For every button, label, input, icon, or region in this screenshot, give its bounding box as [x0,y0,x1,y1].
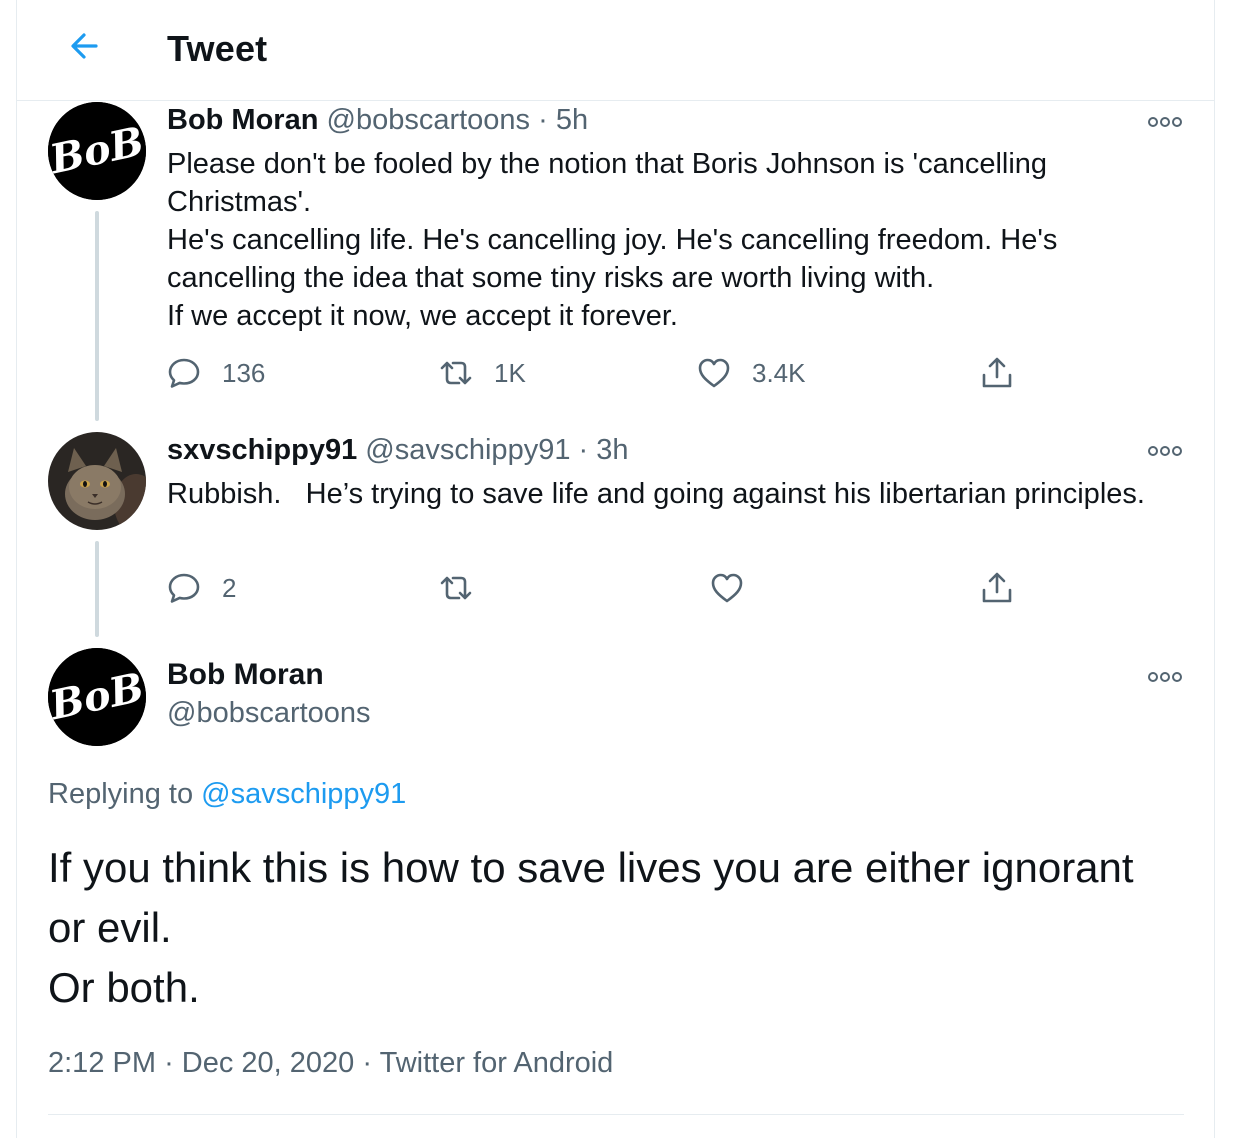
reply-count: 136 [222,357,266,388]
mention-link[interactable]: @savschippy91 [201,778,406,810]
tweet-header: sxvschippy91 @savschippy91 · 3h [167,434,629,467]
heart-icon [698,358,730,388]
reply-button[interactable]: 2 [166,570,236,606]
display-name[interactable]: sxvschippy91 [167,434,357,466]
retweet-icon [440,361,472,385]
handle[interactable]: @bobscartoons [167,697,371,730]
replying-prefix: Replying to [48,778,194,810]
page-title: Tweet [167,28,268,69]
heart-icon [711,573,743,603]
share-button[interactable] [979,355,1015,391]
more-dots-icon [1148,672,1182,682]
share-icon [982,357,1012,388]
bob-logo-avatar: BoB [48,102,146,200]
retweet-button[interactable] [438,570,494,606]
arrow-left-icon [71,33,98,59]
handle[interactable]: @bobscartoons [327,104,531,136]
reply-count: 2 [222,572,237,603]
avatar[interactable]: BoB [48,648,146,746]
reply-icon [168,358,200,388]
tweet-header: Bob Moran @bobscartoons · 5h [167,104,588,137]
display-name[interactable]: Bob Moran [167,658,324,692]
tweet-time[interactable]: 2:12 PM [48,1047,156,1079]
avatar[interactable]: BoB [48,102,146,200]
more-options-button[interactable] [1147,443,1183,459]
tweet-source[interactable]: Twitter for Android [380,1047,614,1079]
like-button[interactable] [709,570,765,606]
like-button[interactable]: 3.4K [696,355,806,391]
retweet-button[interactable]: 1K [438,355,526,391]
replying-to: Replying to @savschippy91 [48,778,406,811]
like-count: 3.4K [752,357,806,388]
retweet-count: 1K [494,357,526,388]
timestamp[interactable]: 5h [556,104,588,136]
dot-separator: · [538,104,548,136]
handle[interactable]: @savschippy91 [365,434,570,466]
tweet-text: Rubbish. He’s trying to save life and go… [167,478,1145,510]
more-dots-icon [1148,446,1182,456]
dot-separator: · [362,1047,373,1079]
dot-separator: · [164,1047,174,1079]
tweet-text: Please don't be fooled by the notion tha… [167,148,1058,332]
more-dots-icon [1148,117,1182,127]
thread-connector [95,211,99,421]
back-button[interactable] [60,22,108,70]
display-name[interactable]: Bob Moran [167,104,318,136]
more-options-button[interactable] [1147,669,1183,685]
thread-connector [95,541,99,637]
reply-icon [168,573,200,603]
tweet-meta: 2:12 PM · Dec 20, 2020 · Twitter for And… [48,1047,613,1080]
timestamp[interactable]: 3h [596,434,628,466]
main-tweet-text: If you think this is how to save lives y… [48,844,1134,1011]
divider [48,1114,1184,1115]
reply-button[interactable]: 136 [166,355,265,391]
bob-logo-avatar: BoB [48,648,146,746]
cat-avatar-icon [48,432,146,530]
share-icon [982,572,1012,603]
dot-separator: · [578,434,589,466]
retweet-icon [440,576,472,600]
page-header: Tweet [16,0,1215,101]
share-button[interactable] [979,570,1015,606]
tweet-date[interactable]: Dec 20, 2020 [182,1047,355,1079]
more-options-button[interactable] [1147,114,1183,130]
avatar[interactable] [48,432,146,530]
